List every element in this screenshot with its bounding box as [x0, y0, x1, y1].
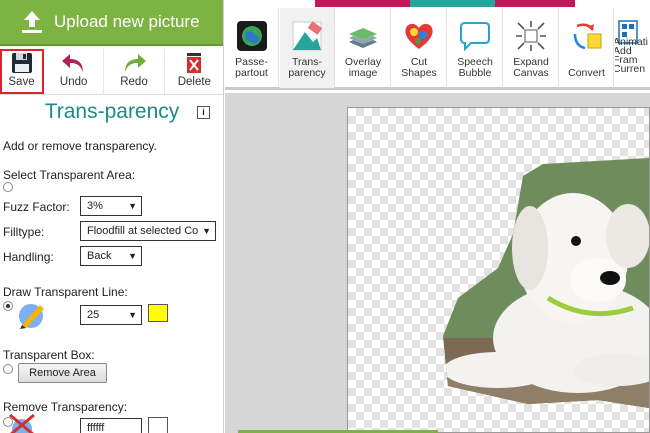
redo-arrow-icon: [124, 54, 146, 72]
chevron-down-icon: ▼: [128, 310, 137, 320]
transparent-box-radio[interactable]: [3, 364, 13, 374]
remove-color-value: ffffff: [87, 422, 105, 433]
header-stripe: [315, 0, 410, 7]
tool-label-line2: Canvas: [513, 67, 549, 79]
edit-toolbar: Save Undo Redo Delete: [0, 49, 223, 95]
fuzz-factor-label: Fuzz Factor:: [3, 200, 70, 214]
info-icon[interactable]: i: [197, 106, 210, 119]
tools-toolbar: Passe-partout Trans-parency Overlay image: [225, 0, 650, 90]
select-area-radio[interactable]: [3, 182, 13, 192]
tool-label-line2: image: [348, 67, 378, 79]
tool-cut-shapes[interactable]: Cut Shapes: [392, 8, 447, 88]
pencil-eraser-icon: [16, 299, 48, 331]
trash-icon: [187, 53, 202, 73]
transparency-icon: [291, 20, 323, 52]
speech-bubble-icon: [459, 20, 491, 52]
remove-transparency-radio[interactable]: [3, 417, 13, 427]
chevron-down-icon: ▼: [128, 201, 137, 211]
upload-icon: [20, 9, 44, 35]
tool-speech-bubble[interactable]: Speech Bubble: [448, 8, 503, 88]
tool-overlay-image[interactable]: Overlay image: [336, 8, 391, 88]
line-width-select[interactable]: 25 ▼: [80, 305, 142, 325]
upload-picture-button[interactable]: Upload new picture: [0, 0, 223, 46]
line-color-swatch[interactable]: [148, 304, 168, 322]
filltype-select[interactable]: Floodfill at selected Co ▼: [80, 221, 216, 241]
tool-label-line4: Curren: [615, 63, 646, 75]
passe-partout-icon: [236, 20, 268, 52]
draw-line-label: Draw Transparent Line:: [3, 285, 128, 299]
line-width-value: 25: [87, 309, 100, 321]
panel-description: Add or remove transparency.: [3, 139, 157, 153]
tool-convert[interactable]: Convert: [560, 8, 614, 88]
tool-label-line2: partout: [235, 67, 268, 79]
editor-canvas-area: [225, 93, 650, 433]
upload-label: Upload new picture: [54, 12, 200, 31]
left-panel: Upload new picture Save Undo Redo Delete…: [0, 0, 224, 433]
fuzz-factor-select[interactable]: 3% ▼: [80, 196, 142, 216]
tool-label-line2: Convert: [568, 67, 605, 79]
header-stripe: [495, 0, 575, 7]
filltype-value: Floodfill at selected Co: [87, 225, 199, 237]
delete-button[interactable]: Delete: [165, 49, 223, 94]
tool-label-line2: parency: [288, 67, 326, 79]
remove-transparency-label: Remove Transparency:: [3, 400, 128, 414]
image-canvas[interactable]: [347, 107, 650, 433]
handling-label: Handling:: [3, 250, 54, 264]
remove-color-input[interactable]: ffffff: [80, 418, 142, 433]
filltype-label: Filltype:: [3, 225, 45, 239]
tool-transparency[interactable]: Trans-parency: [280, 8, 335, 88]
tool-label-line2: Shapes: [401, 67, 437, 79]
fuzz-factor-value: 3%: [87, 200, 103, 212]
chevron-down-icon: ▼: [200, 222, 211, 240]
undo-arrow-icon: [61, 54, 83, 72]
remove-color-swatch[interactable]: [148, 417, 168, 433]
remove-area-button[interactable]: Remove Area: [18, 363, 107, 383]
redo-label: Redo: [120, 76, 148, 88]
tool-label-line2: Bubble: [458, 67, 492, 79]
select-area-label: Select Transparent Area:: [3, 168, 136, 182]
floppy-disk-icon: [11, 53, 32, 73]
handling-select[interactable]: Back ▼: [80, 246, 142, 266]
tool-expand-canvas[interactable]: Expand Canvas: [504, 8, 559, 88]
chevron-down-icon: ▼: [128, 251, 137, 261]
layers-icon: [347, 20, 379, 52]
dog-photo: [443, 158, 649, 408]
save-button[interactable]: Save: [0, 49, 44, 94]
convert-icon: [571, 20, 603, 52]
tool-animation[interactable]: Animati Add Fram Curren: [615, 8, 650, 88]
undo-button[interactable]: Undo: [44, 49, 105, 94]
redo-button[interactable]: Redo: [104, 49, 165, 94]
undo-label: Undo: [59, 76, 88, 88]
tool-passe-partout[interactable]: Passe-partout: [225, 8, 279, 88]
panel-title: Trans-parency: [44, 100, 180, 123]
transparent-box-label: Transparent Box:: [3, 348, 95, 362]
handling-value: Back: [87, 250, 112, 262]
delete-label: Delete: [177, 76, 211, 88]
draw-line-radio[interactable]: [3, 301, 13, 311]
heart-shape-icon: [403, 20, 435, 52]
header-stripe: [410, 0, 495, 7]
expand-canvas-icon: [515, 20, 547, 52]
save-label: Save: [8, 76, 35, 88]
